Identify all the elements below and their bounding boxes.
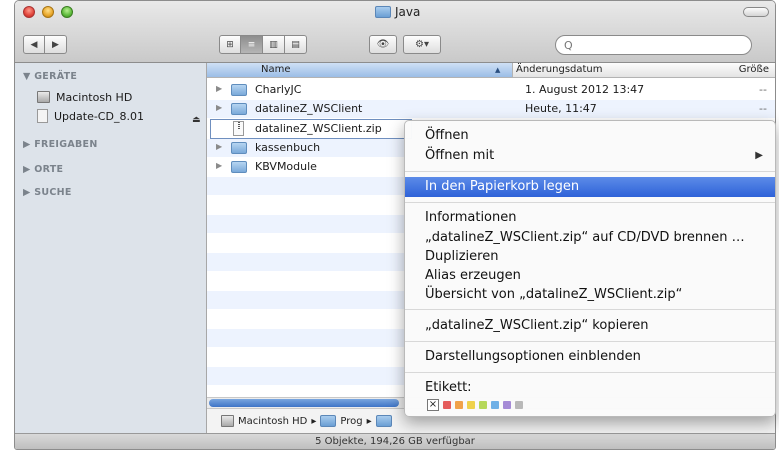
column-header-date[interactable]: Änderungsdatum bbox=[516, 63, 603, 77]
menu-item-move-to-trash[interactable]: In den Papierkorb legen bbox=[405, 177, 775, 197]
folder-icon bbox=[231, 161, 247, 173]
back-button[interactable]: ◀ bbox=[23, 35, 45, 54]
menu-item-duplicate[interactable]: Duplizieren bbox=[405, 247, 775, 267]
quicklook-button[interactable]: 👁 bbox=[369, 35, 397, 54]
eject-icon[interactable]: ⏏ bbox=[192, 115, 201, 125]
file-name: datalineZ_WSClient bbox=[255, 102, 363, 115]
label-red-button[interactable] bbox=[443, 401, 451, 409]
sidebar-section-places[interactable]: ▶ ORTE bbox=[23, 164, 63, 175]
file-date: Heute, 11:47 bbox=[525, 102, 597, 115]
title-bar: Java ◀ ▶ ⊞ ≡ ▥ ▤ 👁 ⚙▾ Q bbox=[15, 1, 775, 63]
disclosure-triangle-icon[interactable]: ▶ bbox=[216, 142, 222, 151]
back-forward-control: ◀ ▶ bbox=[23, 35, 67, 54]
sidebar-section-search[interactable]: ▶ SUCHE bbox=[23, 187, 72, 198]
status-bar: 5 Objekte, 194,26 GB verfügbar bbox=[15, 433, 775, 449]
disclosure-triangle-icon[interactable]: ▶ bbox=[216, 84, 222, 93]
menu-item-open-with[interactable]: Öffnen mit ▶ bbox=[405, 146, 775, 166]
sidebar-section-shared[interactable]: ▶ FREIGABEN bbox=[23, 139, 98, 150]
hard-disk-icon bbox=[221, 415, 234, 427]
sidebar-item-update-cd[interactable]: Update-CD_8.01 bbox=[37, 108, 144, 124]
menu-separator bbox=[405, 202, 775, 203]
menu-item-make-alias[interactable]: Alias erzeugen bbox=[405, 266, 775, 286]
folder-icon bbox=[320, 415, 337, 427]
hard-disk-icon bbox=[37, 91, 50, 103]
sidebar-section-devices[interactable]: ▼ GERÄTE bbox=[23, 71, 77, 82]
action-menu-button[interactable]: ⚙▾ bbox=[403, 35, 441, 54]
toolbar-toggle-button[interactable] bbox=[743, 7, 769, 17]
file-row-charlyjc[interactable]: ▶ CharlyJC 1. August 2012 13:47 -- bbox=[207, 81, 775, 99]
folder-icon bbox=[375, 415, 392, 427]
label-blue-button[interactable] bbox=[491, 401, 499, 409]
context-menu: Öffnen Öffnen mit ▶ In den Papierkorb le… bbox=[404, 120, 776, 417]
menu-item-label: Öffnen mit bbox=[425, 148, 495, 163]
file-name: kassenbuch bbox=[255, 141, 321, 154]
folder-icon bbox=[231, 103, 247, 115]
submenu-arrow-icon: ▶ bbox=[755, 150, 763, 161]
label-gray-button[interactable] bbox=[515, 401, 523, 409]
column-header-bar: Name ▲ Änderungsdatum Größe bbox=[207, 63, 775, 78]
file-row-dataline-folder[interactable]: ▶ datalineZ_WSClient Heute, 11:47 -- bbox=[207, 100, 775, 118]
path-separator-icon: ▸ bbox=[311, 415, 317, 427]
file-size: -- bbox=[759, 83, 767, 96]
eye-icon: 👁 bbox=[376, 39, 390, 50]
disclosure-triangle-icon[interactable]: ▶ bbox=[216, 103, 222, 112]
search-icon: Q bbox=[564, 38, 573, 52]
menu-item-info[interactable]: Informationen bbox=[405, 208, 775, 228]
gear-icon: ⚙▾ bbox=[415, 39, 429, 50]
menu-item-copy[interactable]: „datalineZ_WSClient.zip“ kopieren bbox=[405, 316, 775, 336]
file-row-dataline-zip[interactable]: datalineZ_WSClient.zip bbox=[210, 119, 412, 139]
menu-separator bbox=[405, 372, 775, 373]
path-separator-icon: ▸ bbox=[366, 415, 372, 427]
file-size: -- bbox=[759, 102, 767, 115]
list-view-button[interactable]: ≡ bbox=[241, 35, 263, 54]
cd-icon bbox=[37, 109, 48, 123]
menu-label-title: Etikett: bbox=[425, 380, 472, 395]
icon-view-button[interactable]: ⊞ bbox=[219, 35, 241, 54]
path-item-macintosh-hd[interactable]: Macintosh HD bbox=[238, 416, 307, 427]
label-purple-button[interactable] bbox=[503, 401, 511, 409]
close-window-button[interactable] bbox=[23, 6, 35, 18]
path-item-prog[interactable]: Prog bbox=[340, 416, 362, 427]
scrollbar-thumb[interactable] bbox=[209, 399, 399, 407]
view-mode-control: ⊞ ≡ ▥ ▤ bbox=[219, 35, 307, 54]
search-field[interactable]: Q bbox=[555, 35, 752, 55]
folder-icon bbox=[231, 142, 247, 154]
minimize-window-button[interactable] bbox=[42, 6, 54, 18]
label-green-button[interactable] bbox=[479, 401, 487, 409]
label-none-button[interactable]: × bbox=[427, 399, 439, 411]
forward-button[interactable]: ▶ bbox=[45, 35, 67, 54]
menu-item-burn[interactable]: „datalineZ_WSClient.zip“ auf CD/DVD bren… bbox=[405, 228, 775, 248]
menu-item-open[interactable]: Öffnen bbox=[405, 126, 775, 146]
column-view-button[interactable]: ▥ bbox=[263, 35, 285, 54]
sidebar-item-label: Update-CD_8.01 bbox=[54, 109, 144, 123]
disclosure-triangle-icon[interactable]: ▶ bbox=[216, 161, 222, 170]
menu-separator bbox=[405, 171, 775, 172]
menu-separator bbox=[405, 341, 775, 342]
column-header-name[interactable]: Name bbox=[207, 63, 513, 77]
sidebar: ▼ GERÄTE Macintosh HD Update-CD_8.01 ⏏ ▶… bbox=[15, 63, 207, 433]
file-name: CharlyJC bbox=[255, 83, 302, 96]
coverflow-view-button[interactable]: ▤ bbox=[285, 35, 307, 54]
file-name: KBVModule bbox=[255, 160, 317, 173]
label-orange-button[interactable] bbox=[455, 401, 463, 409]
menu-separator bbox=[405, 309, 775, 310]
folder-icon bbox=[375, 6, 391, 18]
folder-icon bbox=[231, 84, 247, 96]
sidebar-item-label: Macintosh HD bbox=[56, 90, 133, 104]
file-name: datalineZ_WSClient.zip bbox=[255, 122, 382, 135]
file-date: 1. August 2012 13:47 bbox=[525, 83, 645, 96]
window-title-text: Java bbox=[395, 5, 421, 19]
sort-ascending-icon: ▲ bbox=[495, 66, 501, 74]
label-color-picker: × bbox=[427, 399, 523, 411]
menu-item-quick-look[interactable]: Übersicht von „datalineZ_WSClient.zip“ bbox=[405, 285, 775, 305]
label-yellow-button[interactable] bbox=[467, 401, 475, 409]
zoom-window-button[interactable] bbox=[61, 6, 73, 18]
menu-item-view-options[interactable]: Darstellungsoptionen einblenden bbox=[405, 347, 775, 367]
zip-file-icon bbox=[233, 121, 244, 136]
window-title: Java bbox=[375, 4, 420, 20]
column-header-size[interactable]: Größe bbox=[739, 63, 769, 77]
sidebar-item-macintosh-hd[interactable]: Macintosh HD bbox=[37, 89, 132, 105]
